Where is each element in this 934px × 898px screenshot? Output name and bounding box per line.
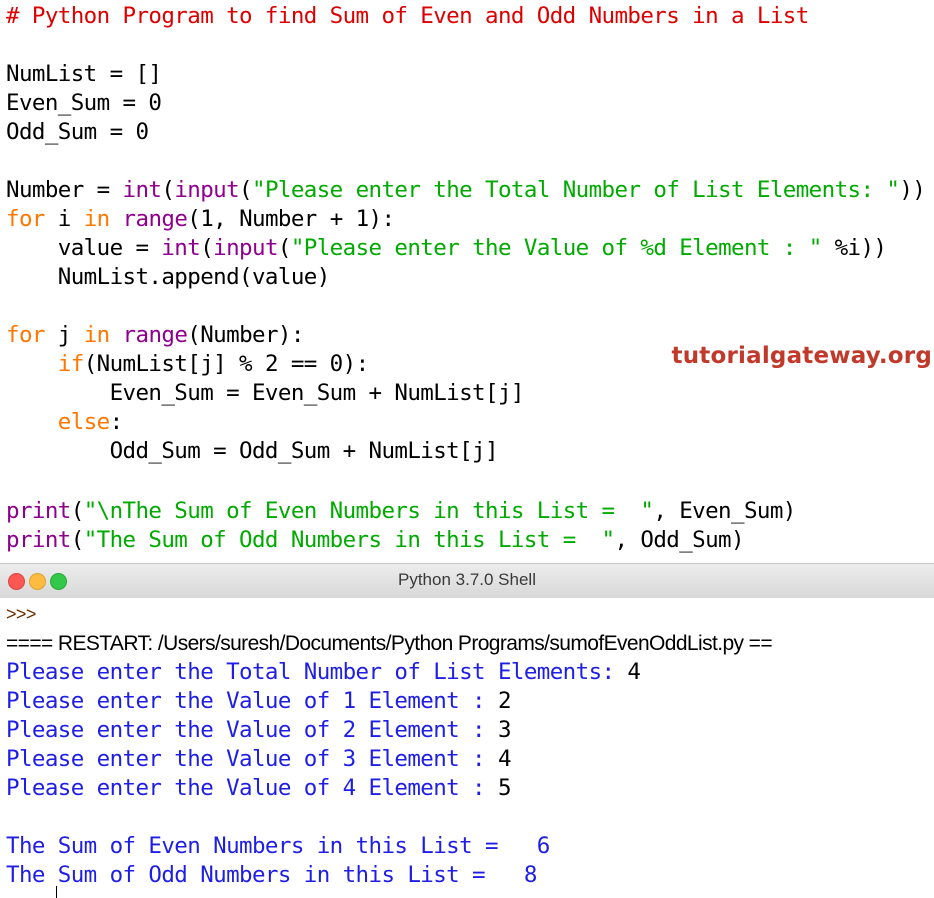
code-token: , Odd_Sum) [614, 527, 743, 553]
code-token: ( [239, 177, 252, 203]
keyword-token: if [58, 351, 84, 377]
code-line-else: else: [6, 408, 123, 437]
code-token: i [45, 206, 84, 232]
code-token: (Number): [187, 322, 304, 348]
code-line-number-input: Number = int(input("Please enter the Tot… [6, 176, 925, 205]
code-editor[interactable]: # Python Program to find Sum of Even and… [0, 0, 934, 556]
code-line-print-even: print("\nThe Sum of Even Numbers in this… [6, 497, 796, 526]
keyword-token: else [58, 409, 110, 435]
code-token: (1, Number + 1): [187, 206, 394, 232]
shell-user-input: 3 [498, 717, 511, 743]
code-token: j [45, 322, 84, 348]
code-token: ( [71, 498, 84, 524]
keyword-token: in [84, 322, 110, 348]
code-line-even-update: Even_Sum = Even_Sum + NumList[j] [6, 379, 524, 408]
shell-restart-line: ==== RESTART: /Users/suresh/Documents/Py… [6, 629, 772, 658]
code-token: )) [899, 177, 925, 203]
string-token: "Please enter the Value of %d Element : … [291, 235, 822, 261]
shell-line-value-3: Please enter the Value of 3 Element : 4 [6, 745, 511, 774]
builtin-token: print [6, 498, 71, 524]
code-token [110, 206, 123, 232]
code-token: value = [6, 235, 161, 261]
code-token: Number = [6, 177, 123, 203]
code-token: : [110, 409, 123, 435]
shell-output-odd-sum: The Sum of Odd Numbers in this List = 8 [6, 861, 537, 890]
shell-prompt-text: Please enter the Value of 4 Element : [6, 775, 498, 801]
shell-prompt: >>> [6, 600, 36, 629]
code-line-print-odd: print("The Sum of Odd Numbers in this Li… [6, 526, 744, 555]
string-token: "\nThe Sum of Even Numbers in this List … [84, 498, 654, 524]
keyword-token: for [6, 206, 45, 232]
code-line-if: if(NumList[j] % 2 == 0): [6, 350, 369, 379]
code-token: ( [200, 235, 213, 261]
shell-prompt-text: Please enter the Value of 2 Element : [6, 717, 498, 743]
shell-prompt-text: Please enter the Value of 3 Element : [6, 746, 498, 772]
builtin-token: int [123, 177, 162, 203]
builtin-token: range [123, 322, 188, 348]
watermark-text: tutorialgateway.org [672, 343, 932, 369]
string-token: "The Sum of Odd Numbers in this List = " [84, 527, 615, 553]
shell-prompt-text: Please enter the Value of 1 Element : [6, 688, 498, 714]
builtin-token: range [123, 206, 188, 232]
shell-prompt-text: Please enter the Total Number of List El… [6, 659, 627, 685]
shell-title-bar[interactable]: Python 3.7.0 Shell [0, 563, 934, 599]
shell-window-title: Python 3.7.0 Shell [0, 570, 934, 590]
shell-output-area[interactable]: >>> ==== RESTART: /Users/suresh/Document… [0, 598, 934, 897]
code-line-numlist: NumList = [] [6, 60, 161, 89]
keyword-token: for [6, 322, 45, 348]
code-line-odd-update: Odd_Sum = Odd_Sum + NumList[j] [6, 437, 498, 466]
code-line-append: NumList.append(value) [6, 263, 330, 292]
code-token [6, 409, 58, 435]
shell-user-input: 5 [498, 775, 511, 801]
builtin-token: int [161, 235, 200, 261]
code-token [110, 322, 123, 348]
code-token: ( [71, 527, 84, 553]
string-token: "Please enter the Total Number of List E… [252, 177, 899, 203]
code-line-odd-init: Odd_Sum = 0 [6, 118, 148, 147]
shell-line-total: Please enter the Total Number of List El… [6, 658, 640, 687]
code-token: ( [278, 235, 291, 261]
shell-output-even-sum: The Sum of Even Numbers in this List = 6 [6, 832, 550, 861]
code-token: , Even_Sum) [653, 498, 795, 524]
shell-line-value-4: Please enter the Value of 4 Element : 5 [6, 774, 511, 803]
keyword-token: in [84, 206, 110, 232]
shell-line-value-2: Please enter the Value of 2 Element : 3 [6, 716, 511, 745]
code-line-value-input: value = int(input("Please enter the Valu… [6, 234, 886, 263]
builtin-token: input [213, 235, 278, 261]
code-token: %i)) [822, 235, 887, 261]
shell-line-value-1: Please enter the Value of 1 Element : 2 [6, 687, 511, 716]
code-comment: # Python Program to find Sum of Even and… [6, 2, 809, 31]
code-token: ( [161, 177, 174, 203]
code-line-for-i: for i in range(1, Number + 1): [6, 205, 394, 234]
shell-user-input: 4 [498, 746, 511, 772]
text-cursor [56, 886, 57, 898]
shell-user-input: 4 [627, 659, 640, 685]
builtin-token: print [6, 527, 71, 553]
builtin-token: input [174, 177, 239, 203]
code-token [6, 351, 58, 377]
code-line-for-j: for j in range(Number): [6, 321, 304, 350]
code-token: (NumList[j] % 2 == 0): [84, 351, 369, 377]
code-line-even-init: Even_Sum = 0 [6, 89, 161, 118]
shell-user-input: 2 [498, 688, 511, 714]
